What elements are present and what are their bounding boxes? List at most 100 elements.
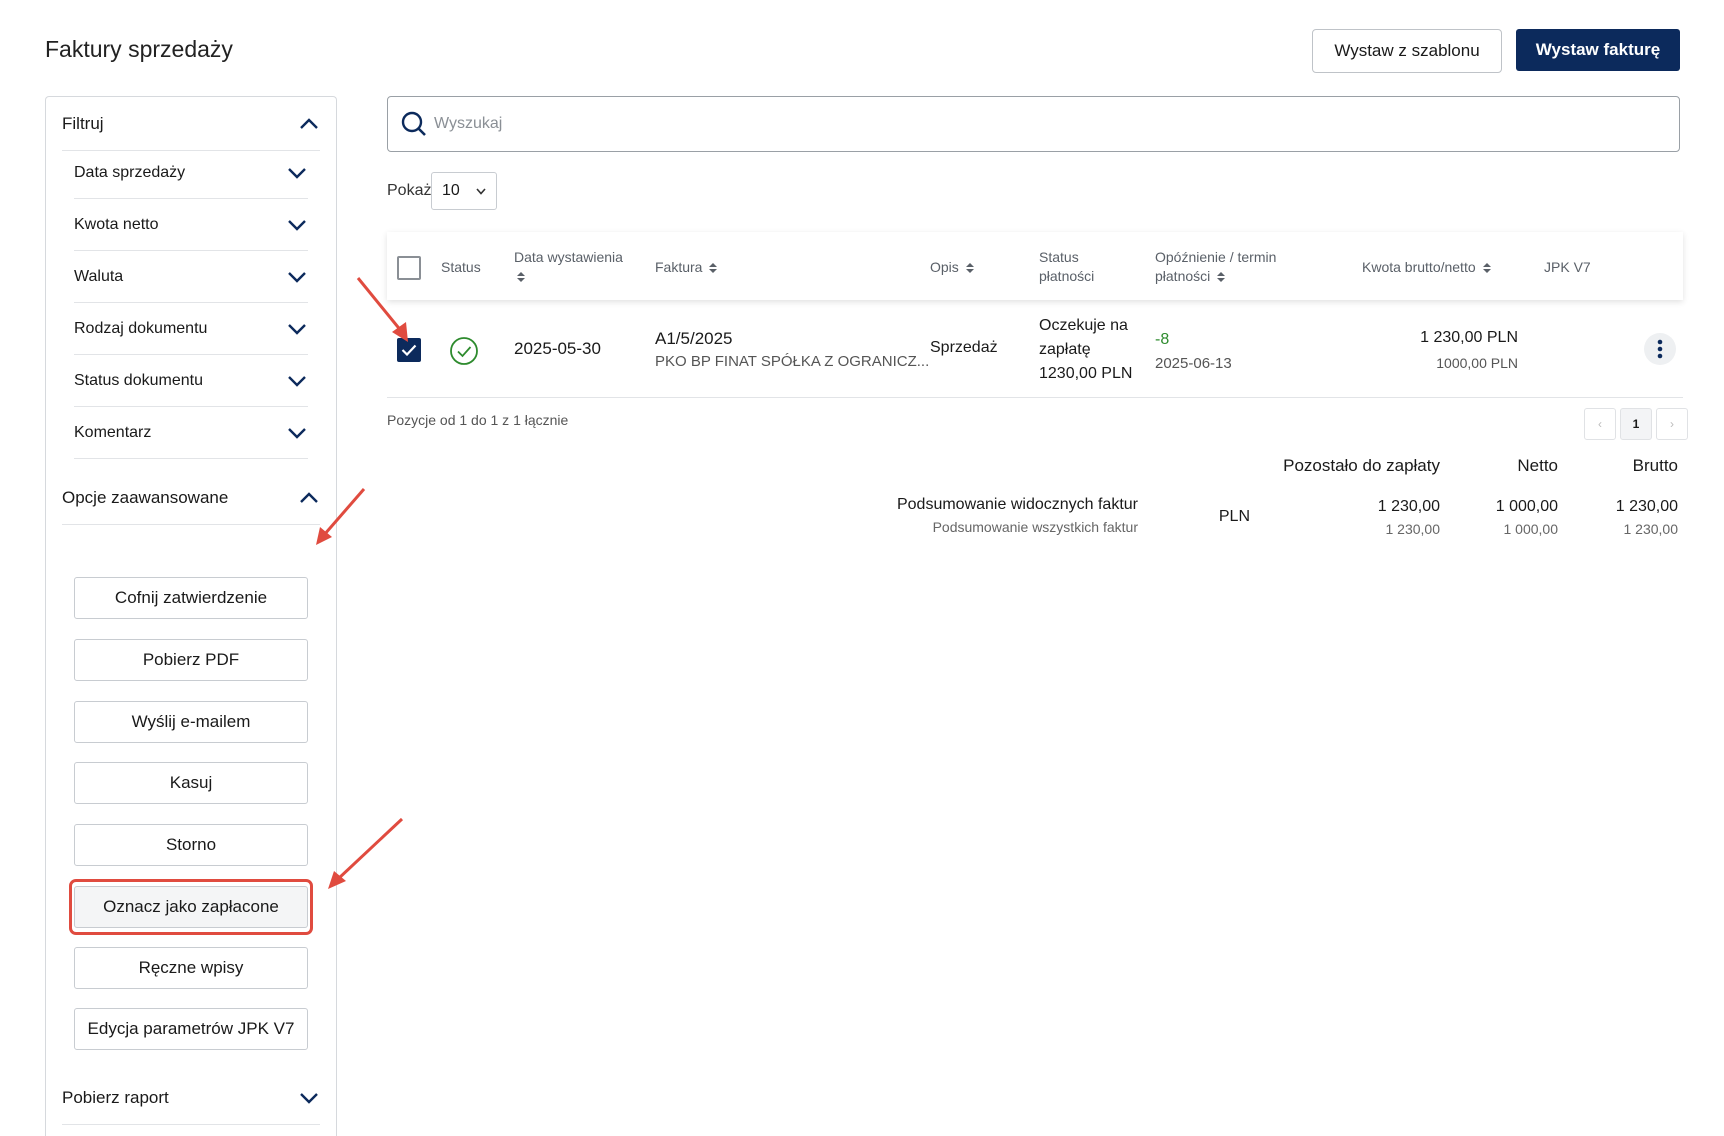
filter-title: Filtruj [62,113,104,133]
page-size-label: Pokaż [387,182,432,199]
send-email-button[interactable]: Wyślij e-mailem [74,701,308,743]
filter-label: Kwota netto [74,215,159,233]
row-description: Sprzedaż [930,339,998,356]
issue-invoice-button[interactable]: Wystaw fakturę [1516,29,1680,71]
row-delay-days: -8 [1155,331,1170,348]
chevron-down-icon[interactable] [286,162,308,184]
row-payment-amount: 1230,00 PLN [1039,365,1133,382]
row-client-name: PKO BP FINAT SPÓŁKA Z OGRANICZ... [655,353,930,370]
advanced-options-title: Opcje zaawansowane [62,487,229,507]
col-description-label: Opis [930,259,959,275]
check-circle-icon [450,337,478,365]
prev-page-button[interactable]: ‹ [1584,408,1616,440]
summary-net-visible: 1 000,00 [1495,498,1558,515]
page-title: Faktury sprzedaży [45,36,233,62]
next-page-button[interactable]: › [1656,408,1688,440]
summary-net-all: 1 000,00 [1503,521,1559,537]
pagination-info: Pozycje od 1 do 1 z 1 łącznie [387,412,569,428]
filter-label: Waluta [74,267,124,285]
col-amount-label: Kwota brutto/netto [1362,259,1476,275]
summary-remaining-header: Pozostało do zapłaty [1283,456,1440,475]
filter-label: Status dokumentu [74,371,203,389]
page-size-select[interactable]: 10 [431,172,497,210]
issue-from-template-button[interactable]: Wystaw z szablonu [1312,29,1502,73]
summary-remaining-visible: 1 230,00 [1377,498,1440,515]
chevron-down-icon[interactable] [286,422,308,444]
annotation-arrow-icon [356,277,408,342]
col-description[interactable]: Opis [930,258,974,277]
summary-gross-all: 1 230,00 [1623,521,1679,537]
download-report-title: Pobierz raport [62,1087,169,1107]
row-due-date: 2025-06-13 [1155,355,1232,372]
col-issue-date-label: Data wystawienia [514,249,623,265]
sort-icon[interactable] [709,263,718,274]
row-payment-status-1: Oczekuje na [1039,317,1128,334]
chevron-down-icon[interactable] [286,266,308,288]
sort-icon[interactable] [965,263,974,274]
annotation-arrow-icon [316,488,366,545]
filter-document-status[interactable]: Status dokumentu [74,355,308,407]
filter-section-header[interactable]: Filtruj [62,97,320,151]
chevron-up-icon[interactable] [298,113,320,135]
row-invoice-number[interactable]: A1/5/2025 [655,329,733,349]
summary-remaining-all: 1 230,00 [1385,521,1441,537]
table-header: Status Data wystawienia Faktura Opis Sta… [387,232,1683,300]
current-page-button[interactable]: 1 [1620,408,1652,440]
filter-net-amount[interactable]: Kwota netto [74,199,308,251]
summary-gross-header: Brutto [1632,456,1678,475]
col-jpk: JPK V7 [1544,259,1591,275]
col-payment-status-line1: Status [1039,249,1079,265]
row-gross-amount: 1 230,00 PLN [1420,329,1518,346]
filter-document-type[interactable]: Rodzaj dokumentu [74,303,308,355]
page-size-value: 10 [442,182,460,199]
chevron-down-icon [476,187,486,195]
chevron-down-icon[interactable] [286,214,308,236]
col-amount[interactable]: Kwota brutto/netto [1362,258,1491,277]
col-invoice[interactable]: Faktura [655,258,718,277]
summary-gross-visible: 1 230,00 [1615,498,1678,515]
chevron-down-icon[interactable] [286,370,308,392]
mark-as-paid-button[interactable]: Oznacz jako zapłacone [74,886,308,928]
storno-button[interactable]: Storno [74,824,308,866]
row-issue-date: 2025-05-30 [514,339,601,358]
table-row[interactable]: 2025-05-30 A1/5/2025 PKO BP FINAT SPÓŁKA… [387,300,1683,398]
manual-entries-button[interactable]: Ręczne wpisy [74,947,308,989]
col-payment-status: Status płatności [1039,248,1094,286]
row-net-amount: 1000,00 PLN [1436,355,1518,371]
col-delay[interactable]: Opóźnienie / termin płatności [1155,248,1276,286]
jpk-params-button[interactable]: Edycja parametrów JPK V7 [74,1008,308,1050]
col-issue-date[interactable]: Data wystawienia [514,248,623,286]
col-delay-line2: płatności [1155,268,1211,284]
search-input[interactable] [434,115,1634,133]
filter-sidebar: Filtruj Data sprzedaży Kwota netto Walut… [45,96,337,1136]
filter-label: Rodzaj dokumentu [74,319,208,337]
filter-label: Data sprzedaży [74,163,186,181]
search-icon [401,111,426,136]
advanced-options-header[interactable]: Opcje zaawansowane [62,471,320,525]
summary-net-header: Netto [1517,456,1558,475]
col-delay-line1: Opóźnienie / termin [1155,249,1277,265]
summary-all-label: Podsumowanie wszystkich faktur [932,519,1138,535]
chevron-down-icon[interactable] [298,1087,320,1109]
sort-icon[interactable] [517,272,525,283]
undo-approval-button[interactable]: Cofnij zatwierdzenie [74,577,308,619]
sort-icon[interactable] [1217,272,1226,283]
filter-label: Komentarz [74,423,152,441]
sort-icon[interactable] [1482,263,1491,274]
filter-sale-date[interactable]: Data sprzedaży [74,147,308,199]
search-bar[interactable] [387,96,1680,152]
summary-visible-label: Podsumowanie widocznych faktur [896,496,1138,513]
download-report-header[interactable]: Pobierz raport [62,1071,320,1125]
download-pdf-button[interactable]: Pobierz PDF [74,639,308,681]
col-invoice-label: Faktura [655,259,703,275]
col-status: Status [441,259,481,275]
more-options-icon[interactable] [1644,333,1676,365]
col-payment-status-line2: płatności [1039,268,1095,284]
delete-button[interactable]: Kasuj [74,762,308,804]
annotation-arrow-icon [328,817,404,889]
row-payment-status-2: zapłatę [1039,341,1091,358]
filter-comment[interactable]: Komentarz [74,407,308,459]
filter-currency[interactable]: Waluta [74,251,308,303]
summary-currency: PLN [1218,508,1250,525]
chevron-down-icon[interactable] [286,318,308,340]
